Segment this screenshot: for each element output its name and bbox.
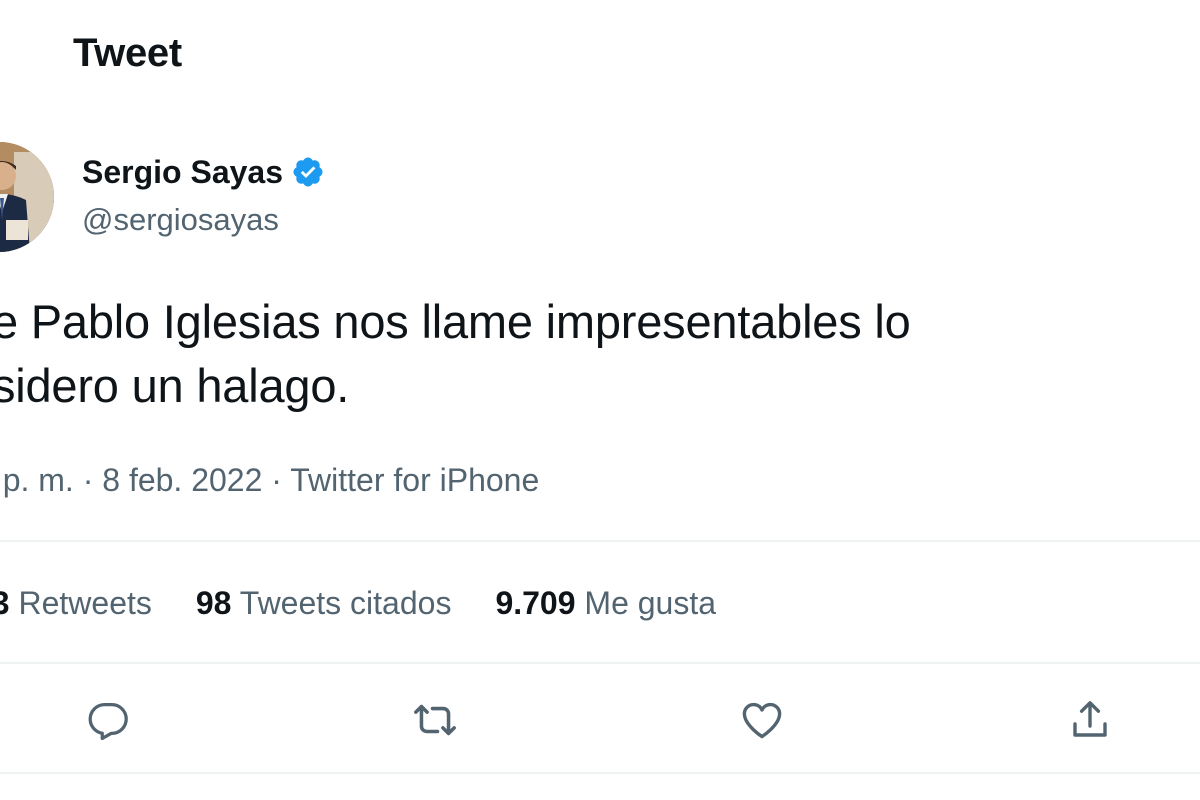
- reply-button[interactable]: [82, 694, 134, 746]
- tweet-metadata[interactable]: 4 p. m. · 8 feb. 2022 · Twitter for iPho…: [0, 459, 539, 501]
- tweet-text: ue Pablo Iglesias nos llame impresentabl…: [0, 295, 911, 412]
- heart-icon: [742, 702, 782, 739]
- verified-badge-icon: [291, 155, 325, 189]
- likes-label: Me gusta: [584, 585, 717, 621]
- quote-tweets-stat[interactable]: 98 Tweets citados: [196, 581, 452, 625]
- retweet-icon: [414, 704, 456, 736]
- author-handle[interactable]: @sergiosayas: [82, 199, 279, 241]
- author-name[interactable]: Sergio Sayas: [82, 151, 325, 193]
- author-display-name[interactable]: Sergio Sayas: [82, 151, 283, 193]
- like-button[interactable]: [736, 694, 788, 746]
- tweet-actions: [0, 694, 1200, 744]
- likes-stat[interactable]: 9.709 Me gusta: [495, 581, 716, 625]
- tweet-stats: 73 Retweets 98 Tweets citados 9.709 Me g…: [0, 581, 760, 625]
- retweets-label: Retweets: [18, 585, 152, 621]
- retweet-button[interactable]: [409, 694, 461, 746]
- share-icon: [1073, 701, 1107, 737]
- share-button[interactable]: [1064, 694, 1116, 746]
- avatar[interactable]: [0, 142, 54, 252]
- divider: [0, 662, 1200, 664]
- retweets-stat[interactable]: 73 Retweets: [0, 581, 152, 625]
- quote-tweets-label: Tweets citados: [239, 585, 452, 621]
- quote-tweets-count: 98: [195, 585, 232, 621]
- page-title: Tweet: [73, 31, 182, 75]
- divider: [0, 540, 1200, 542]
- likes-count: 9.709: [495, 585, 576, 621]
- reply-icon: [88, 703, 128, 741]
- divider: [0, 772, 1200, 774]
- retweets-count: 73: [0, 585, 10, 621]
- avatar-photo: [0, 142, 54, 252]
